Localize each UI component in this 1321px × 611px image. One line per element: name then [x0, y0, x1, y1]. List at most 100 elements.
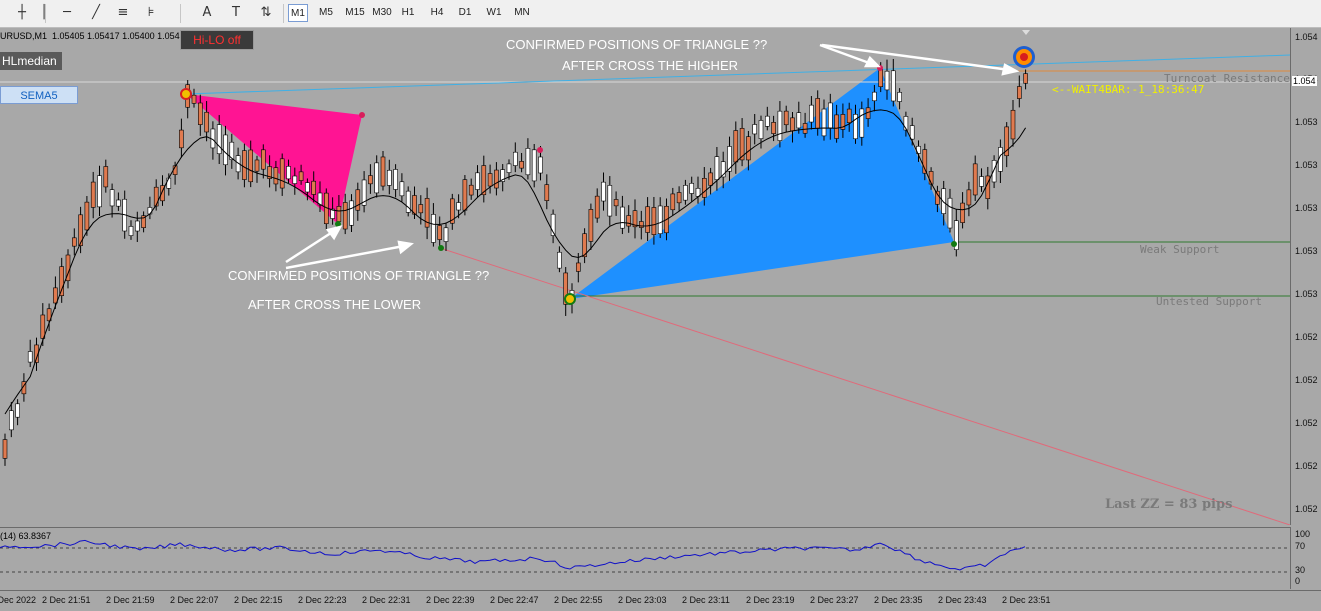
- blue-triangle: [570, 68, 954, 299]
- price-tick-label: 1.053: [1295, 203, 1318, 213]
- hilo-toggle-button[interactable]: Hi-LO off: [180, 30, 254, 50]
- bull-candle: [758, 120, 764, 139]
- bull-candle: [374, 162, 380, 194]
- bull-candle: [796, 112, 802, 129]
- price-tick-label: 1.052: [1295, 504, 1318, 514]
- hlmedian-button[interactable]: HLmedian: [0, 52, 62, 70]
- annotation-top-line1: CONFIRMED POSITIONS OF TRIANGLE ??: [506, 37, 768, 52]
- bull-candle: [714, 156, 720, 181]
- price-tick-label: 1.053: [1295, 289, 1318, 299]
- bear-candle: [815, 98, 821, 129]
- timeframe-h1-button[interactable]: H1: [398, 4, 418, 22]
- bull-candle: [475, 172, 480, 190]
- bull-candle: [97, 175, 102, 208]
- timeframe-m5-button[interactable]: M5: [315, 4, 337, 22]
- current-price-label: 1.054: [1292, 76, 1317, 86]
- timeframe-m1-button[interactable]: M1: [288, 4, 308, 22]
- bull-candle: [872, 91, 877, 102]
- bull-candle: [399, 181, 405, 197]
- indicator-tick-label: 0: [1295, 576, 1301, 586]
- arrows-icon[interactable]: ⇅: [255, 3, 277, 23]
- bull-candle: [859, 108, 865, 138]
- bull-candle: [109, 189, 115, 207]
- bull-candle: [683, 185, 688, 201]
- timeframe-h4-button[interactable]: H4: [426, 4, 448, 22]
- indicator-window[interactable]: [0, 527, 1290, 590]
- bull-candle: [777, 110, 783, 141]
- text-icon[interactable]: A: [196, 3, 218, 23]
- small-arrow-icon: [1022, 30, 1030, 35]
- bull-candle: [890, 70, 896, 102]
- bull-candle: [752, 124, 758, 135]
- bear-candle: [1010, 109, 1016, 140]
- bear-candle: [733, 130, 739, 163]
- bear-candle: [355, 189, 361, 211]
- equidistant-channel-icon[interactable]: ≡: [112, 3, 134, 23]
- bull-candle: [601, 181, 606, 202]
- time-tick-label: 2 Dec 22:15: [234, 595, 283, 605]
- bear-candle: [90, 181, 96, 208]
- bear-candle: [638, 221, 644, 228]
- bear-candle: [645, 206, 650, 233]
- bear-candle: [279, 158, 285, 189]
- time-scale[interactable]: 2 Dec 2022 2 Dec 21:51 2 Dec 21:59 2 Dec 22…: [0, 590, 1321, 611]
- bull-candle: [386, 169, 392, 186]
- time-tick-label: 2 Dec 22:55: [554, 595, 603, 605]
- vertical-line-icon[interactable]: │: [33, 3, 55, 23]
- pivot-high-marker: [180, 88, 192, 100]
- horizontal-line-icon[interactable]: ─: [56, 3, 78, 23]
- bull-candle: [128, 226, 134, 236]
- bear-candle: [960, 202, 965, 223]
- indicator-scale: 100 70 30 0: [1290, 527, 1321, 589]
- price-scale[interactable]: 1.054 1.054 1.053 1.053 1.053 1.053 1.053 1.052…: [1290, 28, 1321, 525]
- bear-candle: [588, 209, 594, 242]
- bear-candle: [179, 129, 184, 149]
- crosshair-icon[interactable]: ┼: [11, 3, 33, 23]
- indicator-label: (14) 63.8367: [0, 531, 52, 541]
- timeframe-m30-button[interactable]: M30: [370, 4, 394, 22]
- time-tick-label: 2 Dec 23:43: [938, 595, 987, 605]
- price-tick-label: 1.052: [1295, 418, 1318, 428]
- bull-candle: [135, 220, 140, 232]
- timeframe-d1-button[interactable]: D1: [454, 4, 476, 22]
- bear-candle: [204, 111, 209, 133]
- bull-candle: [431, 214, 436, 243]
- bull-candle: [305, 182, 310, 193]
- timeframe-m15-button[interactable]: M15: [342, 4, 368, 22]
- indicator-tick-label: 30: [1295, 565, 1306, 575]
- bull-candle: [884, 70, 890, 91]
- bear-candle: [198, 102, 203, 125]
- bull-candle: [147, 207, 153, 215]
- bull-candle: [456, 202, 461, 211]
- time-tick-label: 2 Dec 22:23: [298, 595, 347, 605]
- time-tick-label: 2 Dec 22:39: [426, 595, 475, 605]
- time-tick-label: 2 Dec 21:59: [106, 595, 155, 605]
- bear-candle: [2, 439, 8, 459]
- last-zz-label: Last ZZ = 83 pips: [1105, 497, 1233, 512]
- timeframe-mn-button[interactable]: MN: [510, 4, 534, 22]
- bull-candle: [897, 92, 902, 102]
- bull-candle: [512, 151, 518, 166]
- time-tick-label: 2 Dec 22:31: [362, 595, 411, 605]
- toolbar-separator: [180, 4, 181, 23]
- bull-candle: [657, 205, 663, 234]
- trendline-icon[interactable]: ╱: [85, 3, 107, 23]
- text-label-icon[interactable]: T: [225, 3, 247, 23]
- bear-candle: [701, 178, 707, 198]
- bear-candle: [935, 190, 940, 205]
- bear-candle: [418, 204, 424, 214]
- bear-candle: [613, 199, 619, 207]
- bull-candle: [286, 166, 291, 180]
- bear-candle: [1016, 86, 1022, 99]
- chart-toolbar: ┼ │ ─ ╱ ≡ ⊧ A T ⇅ M1 M5 M15 M30 H1 H4 D1 W1 MN: [0, 0, 1321, 28]
- fibonacci-icon[interactable]: ⊧: [140, 3, 162, 23]
- bear-candle: [72, 237, 77, 247]
- bear-candle: [708, 172, 713, 186]
- sema5-button[interactable]: SEMA5: [0, 86, 78, 104]
- signal-sun-icon: [1013, 46, 1035, 68]
- toolbar-separator: [283, 4, 284, 23]
- bear-candle: [651, 207, 657, 235]
- price-chart[interactable]: [0, 28, 1290, 525]
- timeframe-w1-button[interactable]: W1: [482, 4, 506, 22]
- bull-candle: [607, 185, 613, 217]
